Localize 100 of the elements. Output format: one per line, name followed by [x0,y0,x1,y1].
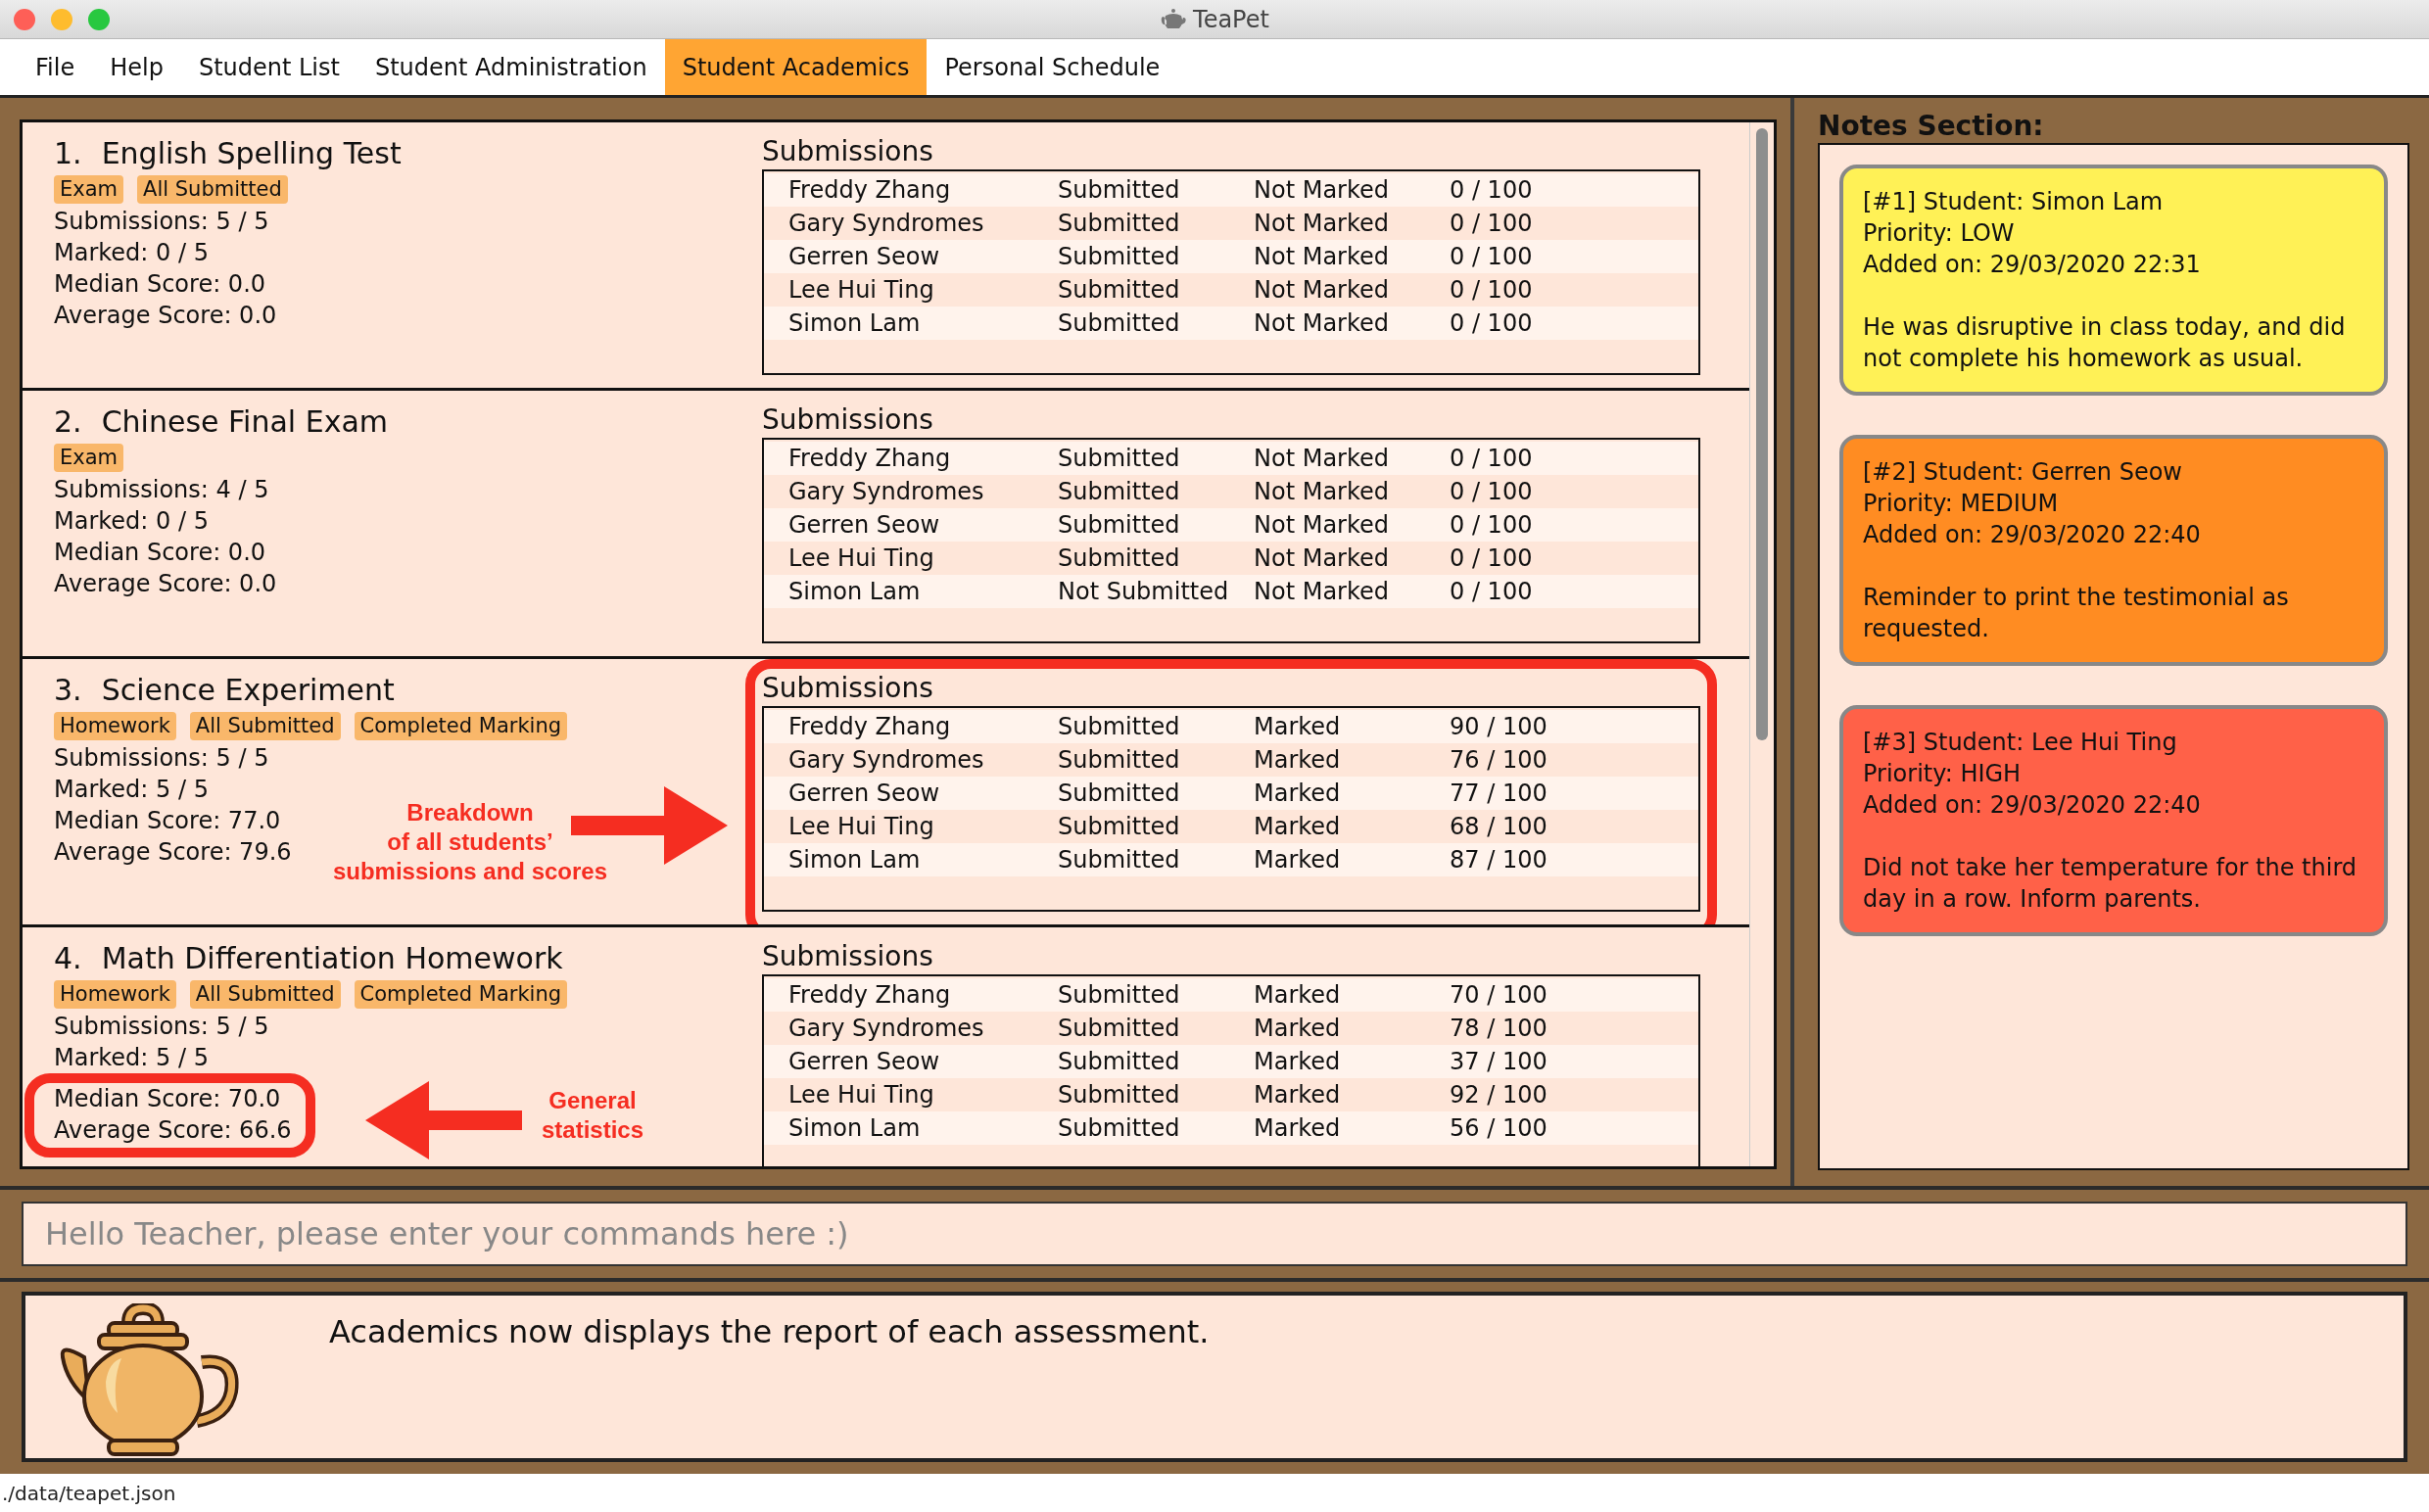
table-cell-text: Submitted [1058,1048,1181,1075]
table-cell-text: Submitted [1058,713,1181,740]
arrow-icon [571,786,728,865]
note-text: Reminder to print the testimonial as requested. [1863,583,2290,644]
table-cell-text: Marked [1254,1081,1342,1109]
table-cell-text: Marked [1254,746,1342,774]
note-date: Added on: 29/03/2020 22:31 [1863,250,2202,280]
table-cell: 0 / 100 [1450,544,1533,572]
table-cell: 0 / 100 [1450,511,1533,539]
section-heading: Submissions [762,402,934,438]
menu-item[interactable]: Personal Schedule [927,39,1178,95]
tag: Exam [54,175,124,204]
stat-line: Median Score: 70.0 [54,1084,281,1114]
table-cell-text: Submitted [1058,276,1181,304]
assessment-title: English Spelling Test [101,135,402,172]
table-cell-text: Gary Syndromes [788,746,985,774]
stat-line: Median Score: 0.0 [54,269,266,300]
stat-line: Average Score: 79.6 [54,837,292,868]
note-header: [#1] Student: Simon Lam [1863,187,2165,217]
tag: Homework [54,980,176,1009]
table-cell: 68 / 100 [1450,813,1548,840]
file-path: ./data/teapet.json [2,1481,176,1505]
table-cell-text: Gary Syndromes [788,1015,985,1042]
tag: Completed Marking [354,712,567,740]
arrow-icon [365,1081,522,1159]
menu-item[interactable]: Student Administration [357,39,665,95]
table-cell-text: Marked [1254,1048,1342,1075]
menu-item[interactable]: Help [92,39,181,95]
command-field[interactable]: Hello Teacher, please enter your commands here :) [22,1202,2407,1266]
table-cell-text: Marked [1254,780,1342,807]
table-cell: 0 / 100 [1450,309,1533,337]
table-cell-text: Not Marked [1254,210,1390,237]
table-cell: 76 / 100 [1450,746,1548,774]
menu-item[interactable]: Student Academics [664,39,928,95]
table-cell-text: Not Marked [1254,578,1390,605]
table-cell-text: Simon Lam [788,578,922,605]
zoom-button[interactable] [88,9,110,30]
assessment-title: Chinese Final Exam [101,403,388,441]
annotation-text: General statistics [540,1086,645,1145]
table-cell-text: Lee Hui Ting [788,276,935,304]
annotation-text: Breakdown of all students’ submissions and scores [331,798,609,886]
note-header: [#3] Student: Lee Hui Ting [1863,728,2178,758]
section-heading: Submissions [762,134,934,169]
stat-line: Median Score: 0.0 [54,538,266,568]
table-cell: 0 / 100 [1450,478,1533,505]
assessment-number: 4. [54,940,82,977]
table-cell: 0 / 100 [1450,176,1533,204]
table-cell-text: Gerren Seow [788,1048,941,1075]
table-cell: 0 / 100 [1450,578,1533,605]
table-cell: 0 / 100 [1450,243,1533,270]
minimize-button[interactable] [51,9,72,30]
table-cell-text: Submitted [1058,1081,1181,1109]
table-cell: 78 / 100 [1450,1015,1548,1042]
table-cell-text: Freddy Zhang [788,445,952,472]
table-cell-text: Lee Hui Ting [788,813,935,840]
table-cell-text: Simon Lam [788,846,922,874]
stat-line: Submissions: 4 / 5 [54,475,269,505]
table-cell-text: Gerren Seow [788,511,941,539]
table-cell-text: Marked [1254,713,1342,740]
note-priority: Priority: MEDIUM [1863,489,2060,519]
close-button[interactable] [14,9,35,30]
table-cell-text: Submitted [1058,445,1181,472]
tag: Exam [54,444,124,472]
table-cell-text: Marked [1254,1015,1342,1042]
assessment-number: 3. [54,672,82,709]
menu-item[interactable]: Student List [180,39,357,95]
note-date: Added on: 29/03/2020 22:40 [1863,520,2202,550]
table-cell-text: Not Marked [1254,176,1390,204]
table-cell-text: Submitted [1058,243,1181,270]
table-cell-text: Not Marked [1254,445,1390,472]
table-cell-text: Submitted [1058,1114,1181,1142]
teapot-icon [1160,7,1188,31]
table-cell-text: Gary Syndromes [788,478,985,505]
stat-line: Marked: 5 / 5 [54,1043,209,1073]
table-cell-text: Not Marked [1254,243,1390,270]
scrollbar-thumb[interactable] [1756,128,1768,740]
tag: Completed Marking [354,980,567,1009]
tag: All Submitted [137,175,288,204]
table-cell: 37 / 100 [1450,1048,1548,1075]
table-cell-text: Submitted [1058,478,1181,505]
table-cell: 87 / 100 [1450,846,1548,874]
table-cell-text: Lee Hui Ting [788,1081,935,1109]
stat-line: Average Score: 66.6 [54,1115,292,1146]
menu-item[interactable]: File [18,39,93,95]
assessment-title: Math Differentiation Homework [101,940,563,977]
note-priority: Priority: HIGH [1863,759,2023,789]
section-heading: Submissions [762,939,934,974]
section-heading: Notes Section: [1818,110,2045,143]
table-cell: 90 / 100 [1450,713,1548,740]
table-cell: 77 / 100 [1450,780,1548,807]
result-message: Academics now displays the report of each assessment. [329,1313,1210,1350]
stat-line: Submissions: 5 / 5 [54,1012,269,1042]
stat-line: Submissions: 5 / 5 [54,743,269,774]
assessment-number: 2. [54,403,82,441]
table-cell-text: Submitted [1058,981,1181,1009]
table-cell-text: Not Marked [1254,276,1390,304]
table-cell-text: Not Marked [1254,511,1390,539]
table-cell-text: Gerren Seow [788,780,941,807]
stat-line: Average Score: 0.0 [54,569,277,599]
stat-line: Marked: 0 / 5 [54,238,209,268]
